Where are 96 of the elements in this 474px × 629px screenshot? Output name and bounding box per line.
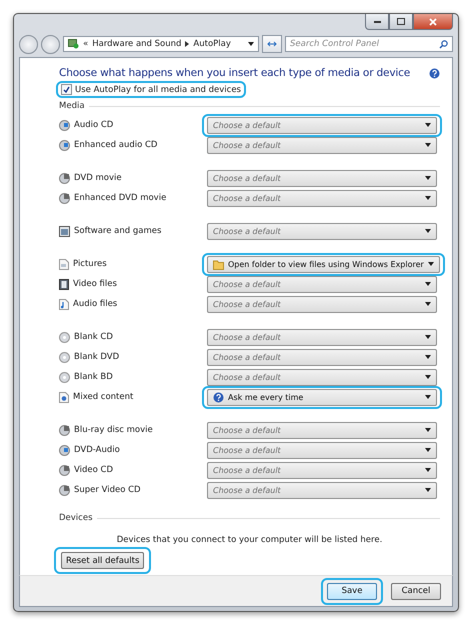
caret-icon	[425, 428, 431, 432]
breadcrumb-item[interactable]: AutoPlay	[193, 39, 231, 49]
breadcrumb-item[interactable]: Hardware and Sound	[92, 39, 182, 49]
address-bar[interactable]: « Hardware and Sound AutoPlay	[63, 36, 259, 52]
document-icon	[59, 392, 69, 402]
caret-icon	[425, 123, 431, 127]
folder-icon	[213, 258, 224, 270]
action-dropdown[interactable]: Ask me every time	[207, 388, 437, 406]
section-title: Media	[59, 101, 85, 111]
refresh-icon	[267, 40, 277, 48]
action-dropdown[interactable]: Choose a default	[207, 328, 437, 346]
minimize-icon	[374, 20, 380, 23]
media-type-label: Pictures	[73, 259, 107, 269]
music-file-icon	[59, 298, 69, 310]
disc-icon	[59, 192, 70, 204]
document-icon	[59, 258, 69, 270]
caret-icon	[248, 42, 254, 46]
disc-icon	[59, 352, 70, 362]
caret-icon	[425, 488, 431, 492]
action-dropdown[interactable]: Choose a default	[207, 276, 437, 292]
caret-icon	[425, 196, 431, 200]
action-dropdown[interactable]: Choose a default	[207, 222, 437, 240]
media-type-label: Blank CD	[74, 332, 113, 342]
media-type-label: Enhanced audio CD	[74, 140, 158, 150]
disc-icon	[59, 444, 70, 456]
media-type-label: Super Video CD	[74, 485, 141, 495]
dialog-button[interactable]: Save	[327, 582, 377, 600]
close-icon	[429, 18, 437, 26]
caret-icon	[428, 262, 434, 266]
media-type-label: Enhanced DVD movie	[74, 193, 166, 203]
disc-icon	[59, 424, 70, 436]
media-type-label: DVD movie	[74, 173, 122, 183]
maximize-icon	[397, 18, 405, 25]
caret-icon	[425, 335, 431, 339]
reset-button[interactable]: Reset all defaults	[61, 552, 144, 569]
devices-message: Devices that you connect to your computer will be listed here.	[116, 535, 382, 545]
section-title: Devices	[59, 513, 92, 523]
help-icon[interactable]	[429, 68, 440, 78]
close-button[interactable]	[413, 14, 453, 30]
control-panel-icon	[68, 39, 79, 49]
disc-icon	[59, 464, 70, 476]
caret-icon	[425, 355, 431, 359]
checkbox-label: Use AutoPlay for all media and devices	[75, 84, 241, 94]
action-dropdown[interactable]: Open folder to view files using Windows Explorer	[207, 256, 440, 272]
caret-icon	[425, 395, 431, 399]
disc-icon	[59, 140, 70, 150]
action-dropdown[interactable]: Choose a default	[207, 442, 437, 458]
help-icon	[213, 392, 224, 402]
caret-icon	[425, 229, 431, 233]
media-type-label: Video CD	[74, 465, 113, 475]
caret-icon	[425, 302, 431, 306]
film-icon	[59, 278, 69, 290]
media-type-label: Software and games	[74, 226, 162, 236]
caret-icon	[425, 282, 431, 286]
action-dropdown[interactable]: Choose a default	[207, 136, 437, 154]
media-type-label: DVD-Audio	[74, 445, 120, 455]
action-dropdown[interactable]: Choose a default	[207, 190, 437, 206]
disc-icon	[59, 484, 70, 496]
media-type-label: Audio files	[73, 299, 118, 309]
caret-icon	[425, 143, 431, 147]
back-button[interactable]	[19, 34, 38, 54]
breadcrumb-item: «	[83, 39, 88, 49]
media-type-label: Video files	[73, 279, 117, 289]
action-dropdown[interactable]: Choose a default	[207, 170, 437, 186]
media-type-label: Mixed content	[73, 392, 134, 402]
refresh-button[interactable]	[262, 35, 282, 53]
media-type-label: Audio CD	[74, 120, 114, 130]
action-dropdown[interactable]: Choose a default	[207, 296, 437, 312]
action-dropdown[interactable]: Choose a default	[207, 422, 437, 438]
search-icon	[439, 40, 448, 49]
chevron-icon	[185, 41, 190, 47]
search-field[interactable]: Search Control Panel	[285, 36, 453, 52]
checkmark-icon	[63, 86, 70, 93]
action-dropdown[interactable]: Choose a default	[207, 348, 437, 366]
maximize-button[interactable]	[389, 14, 413, 30]
disc-icon	[59, 332, 70, 342]
caret-icon	[425, 448, 431, 452]
disc-icon	[59, 120, 70, 130]
forward-button[interactable]	[41, 34, 60, 54]
media-type-label: Blank BD	[74, 372, 113, 382]
window-icon	[59, 226, 70, 236]
disc-icon	[59, 372, 70, 382]
media-type-label: Blu-ray disc movie	[74, 425, 153, 435]
disc-icon	[59, 172, 70, 184]
checkbox[interactable]	[61, 84, 72, 95]
caret-icon	[425, 375, 431, 379]
caret-icon	[425, 468, 431, 472]
action-dropdown[interactable]: Choose a default	[207, 482, 437, 498]
media-type-label: Blank DVD	[74, 352, 120, 362]
action-dropdown[interactable]: Choose a default	[207, 462, 437, 478]
action-dropdown[interactable]: Choose a default	[207, 368, 437, 386]
caret-icon	[425, 176, 431, 180]
minimize-button[interactable]	[365, 14, 389, 30]
page-heading: Choose what happens when you insert each type of media or device	[59, 66, 412, 80]
action-dropdown[interactable]: Choose a default	[207, 116, 437, 134]
dialog-button[interactable]: Cancel	[391, 582, 441, 600]
